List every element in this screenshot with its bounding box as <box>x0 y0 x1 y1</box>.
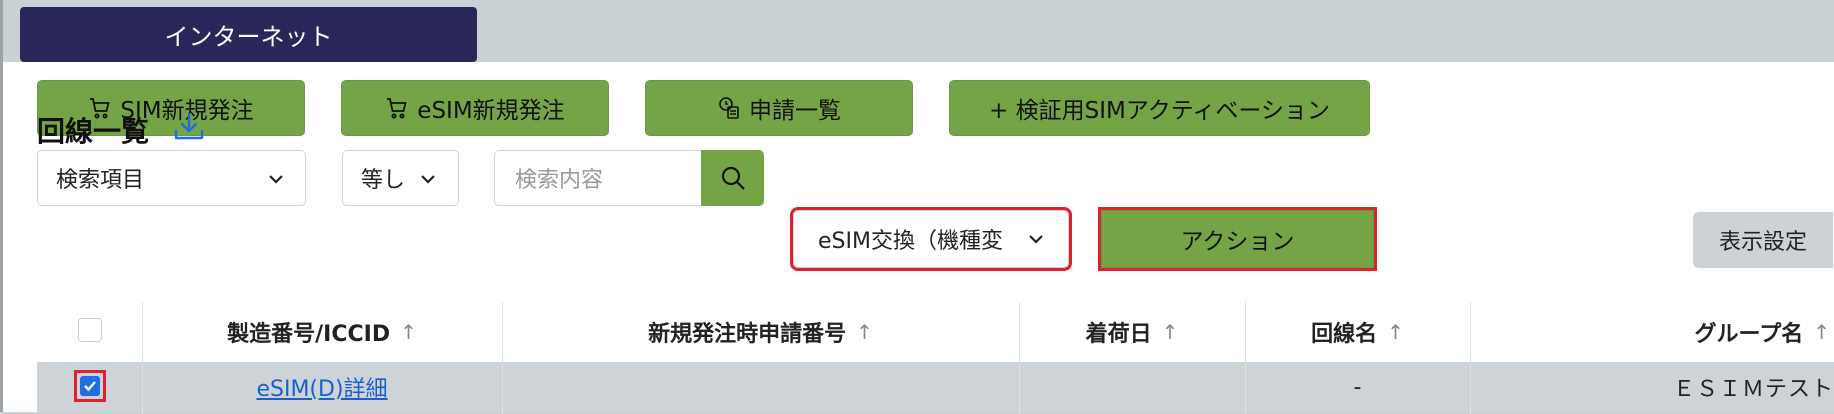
column-header-label: グループ名 <box>1694 322 1804 347</box>
check-icon <box>84 381 96 392</box>
cell-group: ＥＳＩＭテスト <box>1672 377 1834 402</box>
sort-icon: ↑ <box>1161 320 1179 344</box>
esim-order-label: eSIM新規発注 <box>417 98 565 124</box>
select-all-checkbox[interactable] <box>78 318 102 342</box>
activation-button[interactable]: + 検証用SIMアクティベーション <box>949 80 1370 136</box>
tab-internet[interactable]: インターネット <box>20 7 477 62</box>
column-header-label: 着荷日 <box>1085 322 1152 347</box>
chevron-down-icon <box>269 175 283 184</box>
column-divider <box>1470 302 1471 414</box>
action-type-value: eSIM交換（機種変 <box>818 229 1003 254</box>
column-header-group[interactable]: グループ名 ↑ <box>1470 302 1834 362</box>
sort-icon: ↑ <box>1387 320 1404 344</box>
column-header-label: 回線名 <box>1311 322 1378 347</box>
display-settings-label: 表示設定 <box>1718 230 1807 255</box>
operator-value: 等し <box>361 168 406 193</box>
column-header-label: 新規発注時申請番号 <box>648 322 847 347</box>
search-placeholder: 検索内容 <box>515 168 604 193</box>
cart-icon <box>387 98 407 119</box>
sort-icon: ↑ <box>1813 320 1830 344</box>
table-header: 製造番号/ICCID ↑ 新規発注時申請番号 ↑ 着荷日 ↑ 回線名 ↑ グルー… <box>37 302 1834 362</box>
column-divider <box>1019 302 1020 414</box>
column-divider <box>142 302 143 414</box>
search-button[interactable] <box>701 150 764 206</box>
tab-internet-label: インターネット <box>164 23 333 51</box>
table-row[interactable]: eSIM(D)詳細 - ＥＳＩＭテスト <box>37 362 1834 412</box>
download-icon[interactable] <box>172 110 206 144</box>
chevron-down-icon <box>1029 235 1043 244</box>
operator-select[interactable]: 等し <box>342 150 459 206</box>
cell-order-no <box>502 362 1019 412</box>
row-checkbox[interactable] <box>74 370 106 402</box>
activation-label: + 検証用SIMアクティベーション <box>989 98 1330 124</box>
cell-iccid[interactable]: eSIM(D)詳細 <box>142 362 502 412</box>
applications-button[interactable]: 申請一覧 <box>645 80 913 136</box>
esim-detail-link[interactable]: eSIM(D)詳細 <box>256 371 387 403</box>
column-header-iccid[interactable]: 製造番号/ICCID ↑ <box>142 302 502 362</box>
chevron-down-icon <box>421 175 435 184</box>
sort-icon: ↑ <box>400 320 417 344</box>
column-divider <box>502 302 503 414</box>
display-settings-button[interactable]: 表示設定 <box>1693 212 1833 268</box>
clipboard-clock-icon <box>719 97 739 119</box>
column-header-line-name[interactable]: 回線名 ↑ <box>1245 302 1470 362</box>
applications-label: 申請一覧 <box>749 98 841 124</box>
page-title: 回線一覧 <box>37 115 150 148</box>
cell-arrival <box>1019 362 1245 412</box>
sort-icon: ↑ <box>856 320 873 344</box>
action-button-label: アクション <box>1180 229 1295 255</box>
column-header-order-no[interactable]: 新規発注時申請番号 ↑ <box>502 302 1019 362</box>
column-header-arrival[interactable]: 着荷日 ↑ <box>1019 302 1245 362</box>
search-icon <box>721 166 745 190</box>
search-field-value: 検索項目 <box>56 168 145 193</box>
cell-line-name: - <box>1353 374 1362 400</box>
search-input[interactable]: 検索内容 <box>494 150 704 206</box>
esim-order-button[interactable]: eSIM新規発注 <box>341 80 609 136</box>
checkbox-check-mark <box>80 376 100 396</box>
column-divider <box>1245 302 1246 414</box>
column-header-label: 製造番号/ICCID <box>227 322 391 347</box>
action-button[interactable]: アクション <box>1098 207 1377 271</box>
